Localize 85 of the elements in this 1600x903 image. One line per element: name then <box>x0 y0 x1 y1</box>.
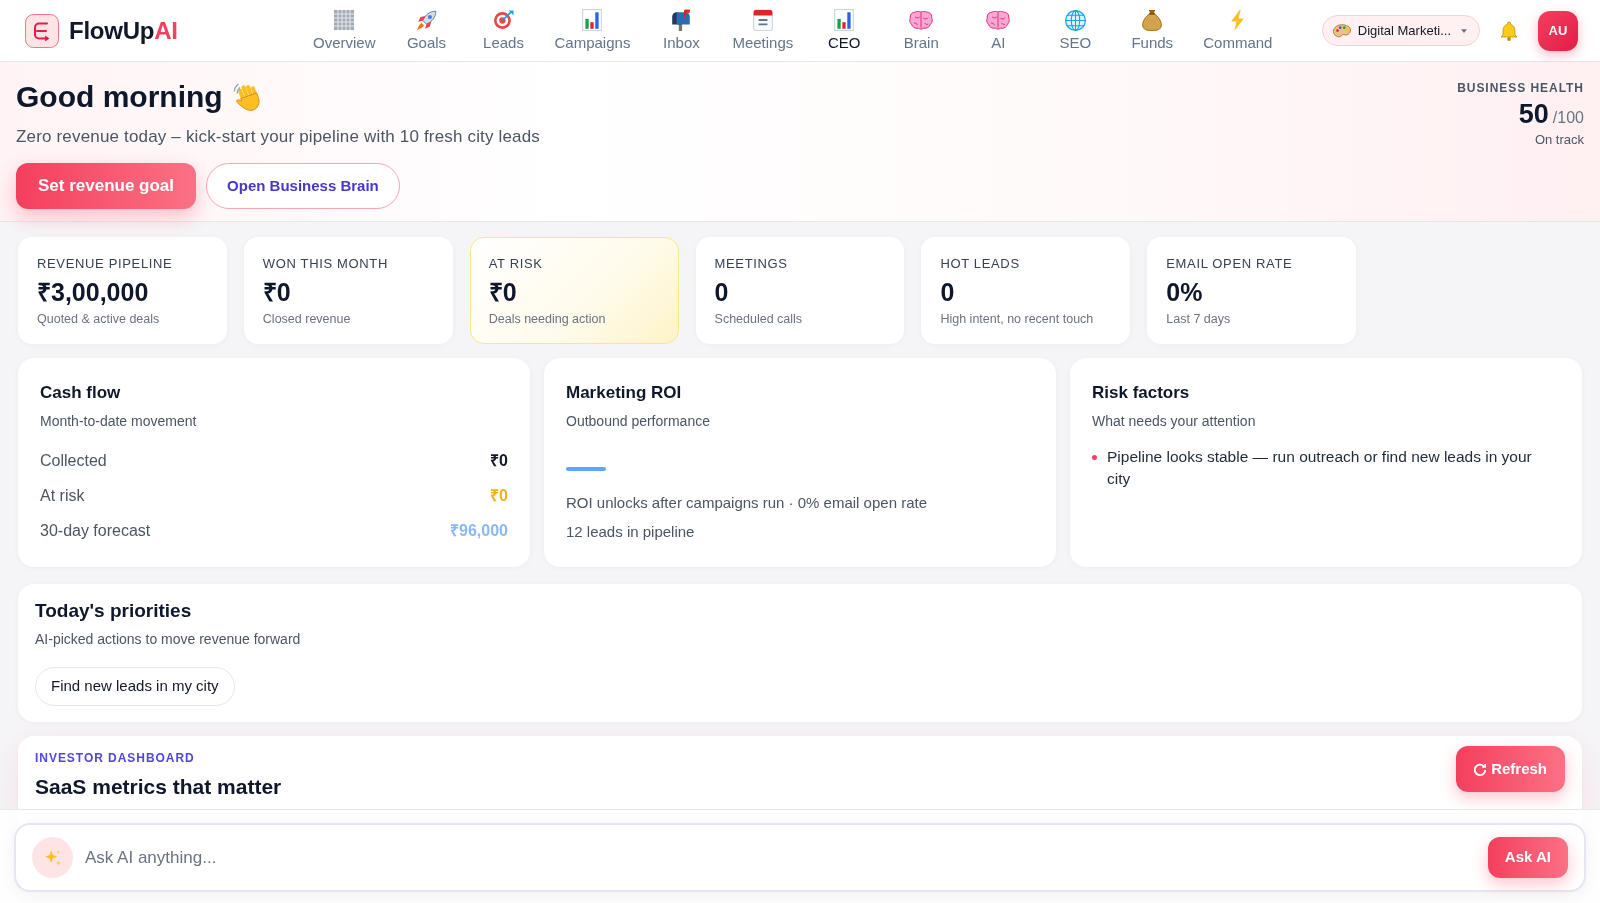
card-subtitle: Outbound performance <box>566 412 711 431</box>
row-label: At risk <box>40 485 85 506</box>
health-max: /100 <box>1552 108 1584 128</box>
nav-item[interactable]: Inbox <box>647 0 716 62</box>
refresh-button[interactable]: Refresh <box>1456 746 1565 792</box>
risk-item: Pipeline looks stable — run outreach or find new leads in your city <box>1107 447 1533 489</box>
rocket-icon <box>416 10 437 30</box>
waving-hand-icon <box>232 82 263 112</box>
nav-item[interactable]: Leads <box>469 0 538 62</box>
stat-label: HOT LEADS <box>940 256 1021 272</box>
grid-icon <box>334 10 355 30</box>
nav-item[interactable]: Goals <box>392 0 461 62</box>
palette-icon <box>1332 23 1351 38</box>
stat-value: 0% <box>1166 277 1204 307</box>
action-chip[interactable]: Find new leads in my city <box>35 667 235 706</box>
card-title: Marketing ROI <box>566 382 683 404</box>
stat-note: Quoted & active deals <box>37 311 161 327</box>
health-status: On track <box>1534 131 1584 149</box>
nav-item[interactable]: Command <box>1195 0 1281 62</box>
stat-label: EMAIL OPEN RATE <box>1166 256 1294 272</box>
greeting: Good morning <box>16 79 223 115</box>
avatar[interactable]: AU <box>1538 10 1578 51</box>
caret-icon <box>1461 28 1467 33</box>
globe-icon <box>1064 9 1086 31</box>
stat-label: AT RISK <box>488 256 544 272</box>
stat-label: WON THIS MONTH <box>262 256 389 272</box>
mailbox-icon <box>671 9 692 31</box>
card-subtitle: Month-to-date movement <box>40 412 198 431</box>
stat-label: REVENUE PIPELINE <box>37 256 174 272</box>
stat-note: Scheduled calls <box>714 311 804 327</box>
logo-icon <box>25 13 59 48</box>
stat-value: 0 <box>940 277 956 307</box>
health-score: 50 <box>1518 98 1549 130</box>
card-subtitle: AI-picked actions to move revenue forward <box>35 630 302 649</box>
card-subtitle: What needs your attention <box>1092 412 1257 431</box>
roi-note: ROI unlocks after campaigns run · 0% email open rate <box>566 493 928 513</box>
stat-note: Closed revenue <box>262 311 352 327</box>
brain-icon <box>986 10 1011 30</box>
stat-value: ₹0 <box>488 277 518 307</box>
ask-input[interactable]: Ask AI anything... <box>85 837 1488 878</box>
health-label: BUSINESS HEALTH <box>1457 80 1584 96</box>
stat-value: ₹3,00,000 <box>37 277 150 307</box>
brain-icon <box>909 10 934 30</box>
section-title: SaaS metrics that matter <box>35 774 282 800</box>
card-title: Cash flow <box>40 382 122 404</box>
card-title: Risk factors <box>1092 382 1191 404</box>
stat-note: Last 7 days <box>1166 311 1232 327</box>
lightning-icon <box>1230 9 1246 31</box>
target-icon <box>493 10 514 30</box>
open-brain-button[interactable]: Open Business Brain <box>206 163 400 209</box>
sparkle-icon <box>32 837 73 878</box>
nav-item[interactable]: SEO <box>1041 0 1110 62</box>
money-bag-icon <box>1142 9 1163 31</box>
bar-chart-icon <box>834 9 855 31</box>
bell-icon[interactable] <box>1500 20 1518 41</box>
nav-item[interactable]: Funds <box>1118 0 1187 62</box>
refresh-icon <box>1474 762 1487 776</box>
set-goal-button[interactable]: Set revenue goal <box>16 163 197 209</box>
eyebrow-label: INVESTOR DASHBOARD <box>35 750 196 766</box>
nav-item[interactable]: CEO <box>810 0 879 62</box>
row-value: ₹0 <box>490 450 508 471</box>
row-label: Collected <box>40 450 107 471</box>
ask-field[interactable]: Ask AI anything... Ask AI <box>14 823 1586 892</box>
brand-name: FlowUpAI <box>69 15 178 46</box>
card-title: Today's priorities <box>35 599 193 623</box>
stat-note: High intent, no recent touch <box>940 311 1095 327</box>
stat-value: 0 <box>714 277 730 307</box>
nav-item[interactable]: Meetings <box>724 0 802 62</box>
calendar-icon <box>752 9 773 31</box>
stat-note: Deals needing action <box>488 311 607 327</box>
ask-ai-button[interactable]: Ask AI <box>1487 837 1568 878</box>
row-value: ₹0 <box>490 485 508 506</box>
nav-item[interactable]: Brain <box>887 0 956 62</box>
bar-chart-icon <box>582 9 603 31</box>
roi-note: 12 leads in pipeline <box>566 522 696 542</box>
nav-item[interactable]: AI <box>964 0 1033 62</box>
nav-item[interactable]: Campaigns <box>546 0 639 62</box>
hero-subtitle: Zero revenue today – kick-start your pipeline with 10 fresh city leads <box>16 126 541 148</box>
stat-label: MEETINGS <box>714 256 789 272</box>
workspace-dropdown[interactable]: Digital Marketi... <box>1321 15 1480 46</box>
nav-item[interactable]: Overview <box>305 0 384 62</box>
row-value: ₹96,000 <box>450 520 508 541</box>
row-label: 30-day forecast <box>40 520 151 541</box>
stat-value: ₹0 <box>262 277 292 307</box>
bar-mark <box>566 467 606 471</box>
